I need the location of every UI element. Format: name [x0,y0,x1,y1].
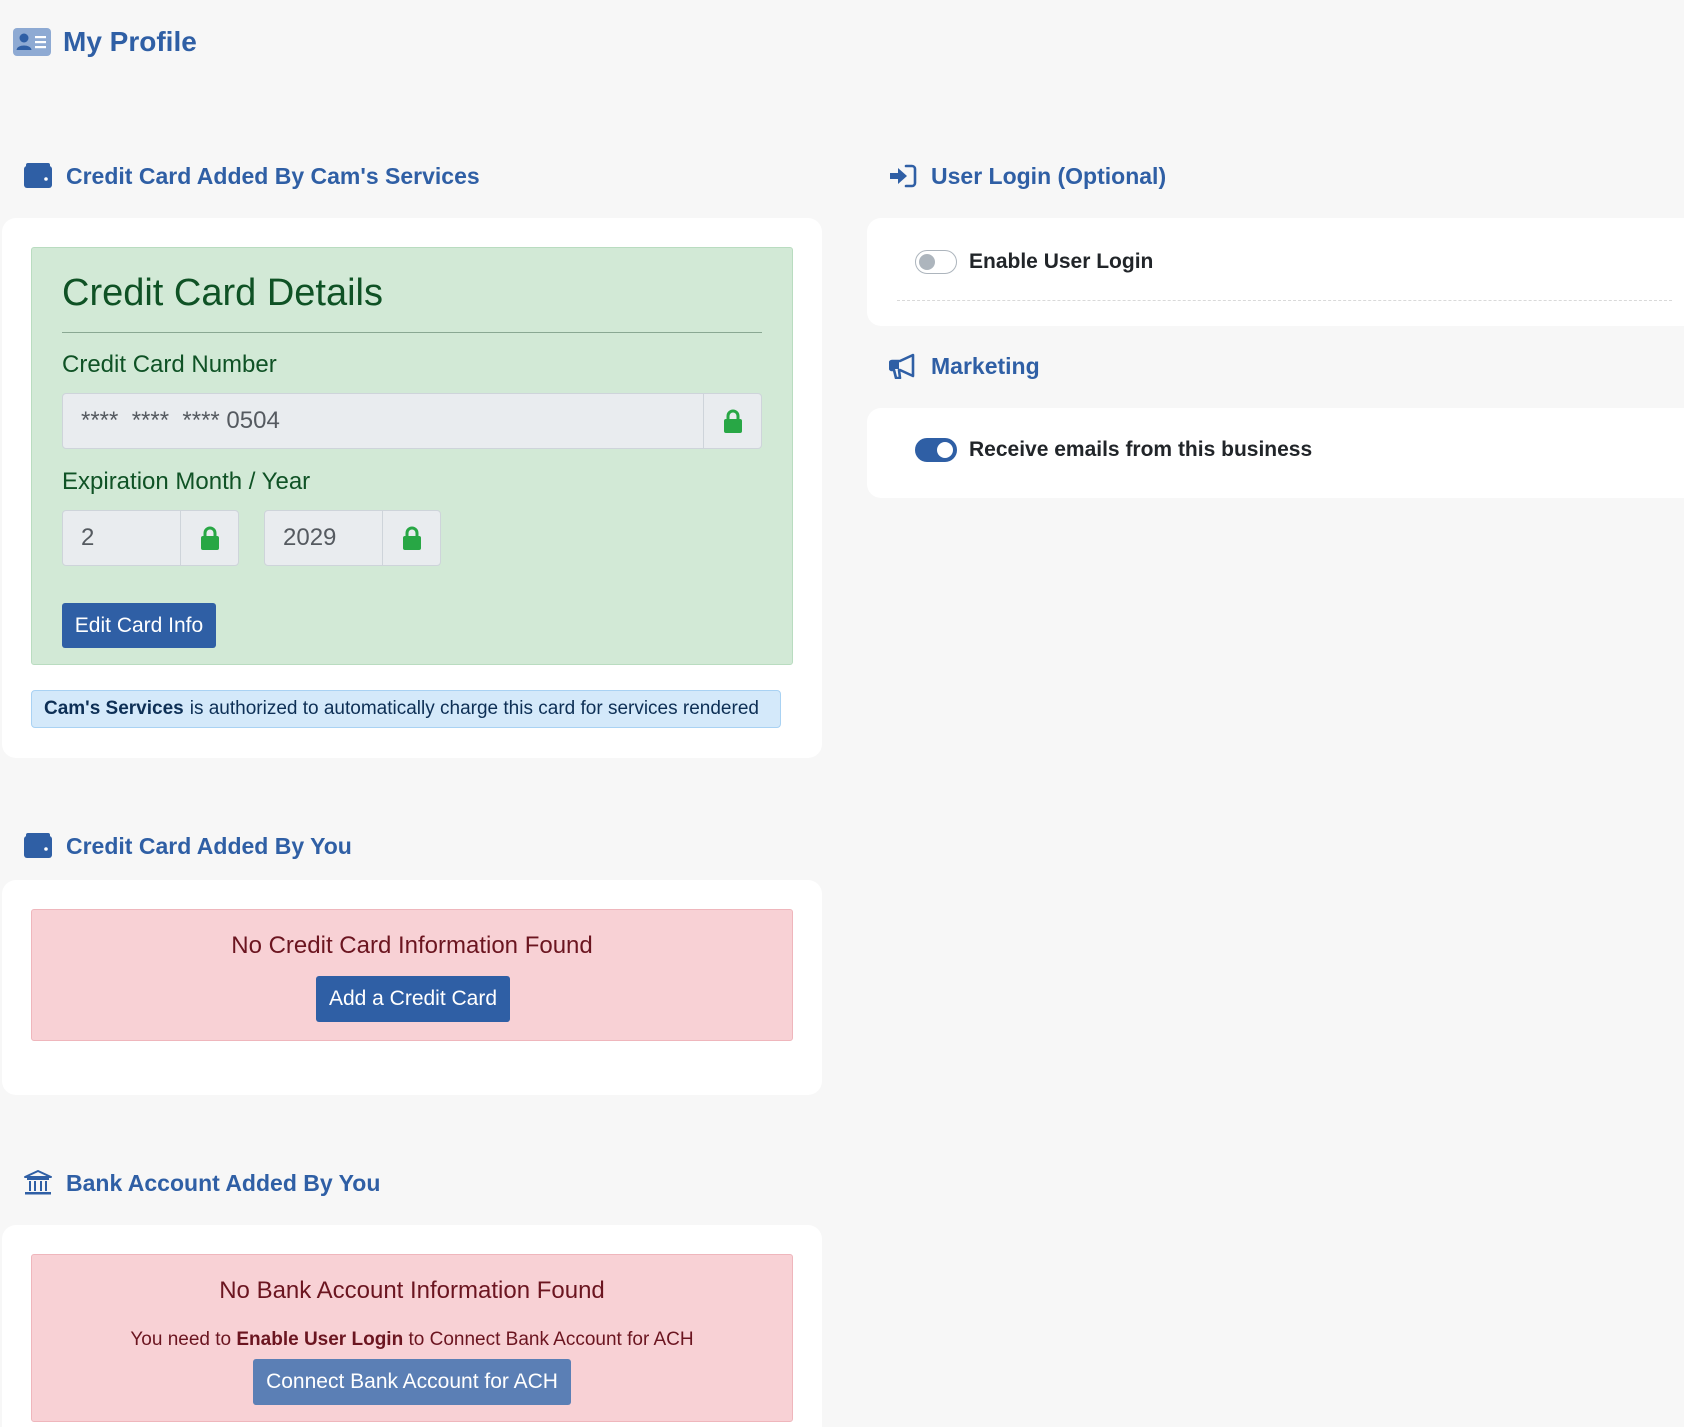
card-number-value: **** **** **** 0504 [81,407,280,434]
lock-icon [200,526,219,550]
expiration-month-lock [180,511,238,565]
add-credit-card-button[interactable]: Add a Credit Card [316,976,510,1022]
authorization-text: is authorized to automatically charge th… [189,698,759,719]
hint-prefix: You need to [130,1329,232,1350]
wallet-icon [24,833,52,858]
card-number-label: Credit Card Number [62,351,277,378]
connect-bank-account-button[interactable]: Connect Bank Account for ACH [253,1359,571,1405]
expiration-year-lock [382,511,440,565]
section-header-user-login: User Login (Optional) [889,159,1166,193]
card-number-lock [703,394,761,448]
receive-emails-row: Receive emails from this business [915,438,1312,462]
section-header-label: Credit Card Added By You [66,832,352,859]
divider [897,300,1672,301]
sign-in-icon [890,164,917,188]
enable-user-login-label: Enable User Login [969,250,1154,273]
bank-icon [24,1170,52,1195]
edit-card-info-button[interactable]: Edit Card Info [62,603,216,648]
marketing-panel: Receive emails from this business [867,408,1684,498]
section-header-business-card: Credit Card Added By Cam's Services [24,159,480,193]
no-credit-card-message: No Credit Card Information Found [231,932,593,959]
authorization-business-name: Cam's Services [44,698,184,719]
card-number-field: **** **** **** 0504 [62,393,762,449]
section-header-bank: Bank Account Added By You [24,1166,380,1200]
hint-bold: Enable User Login [236,1329,404,1350]
enable-login-hint: You need to Enable User Login to Connect… [32,1329,792,1351]
expiration-label: Expiration Month / Year [62,468,311,495]
expiration-month-field: 2 [62,510,239,566]
megaphone-icon [889,353,915,379]
enable-user-login-toggle[interactable] [915,250,957,274]
your-card-panel: No Credit Card Information Found Add a C… [2,880,822,1095]
authorization-note: Cam's Services is authorized to automati… [31,690,781,728]
section-header-label: User Login (Optional) [931,162,1167,189]
profile-card-icon [13,28,51,56]
no-bank-account-message: No Bank Account Information Found [219,1277,605,1304]
expiration-month-value: 2 [81,524,95,551]
lock-icon [402,526,421,550]
no-bank-account-alert: No Bank Account Information Found You ne… [31,1254,793,1422]
expiration-year-field: 2029 [264,510,441,566]
receive-emails-toggle[interactable] [915,438,957,462]
expiration-year-value: 2029 [283,524,337,551]
credit-card-details-title: Credit Card Details [62,272,383,314]
wallet-icon [24,163,52,188]
page-title-text: My Profile [63,26,197,57]
bank-panel: No Bank Account Information Found You ne… [2,1225,822,1427]
section-header-your-card: Credit Card Added By You [24,829,352,863]
enable-user-login-row: Enable User Login [915,250,1153,274]
no-credit-card-alert: No Credit Card Information Found Add a C… [31,909,793,1041]
page-title: My Profile [13,24,197,60]
hint-suffix: to Connect Bank Account for ACH [408,1329,694,1350]
section-header-label: Marketing [931,352,1040,379]
section-header-label: Credit Card Added By Cam's Services [66,162,480,189]
section-header-label: Bank Account Added By You [66,1169,381,1196]
credit-card-details-box: Credit Card Details Credit Card Number *… [31,247,793,665]
receive-emails-label: Receive emails from this business [969,438,1313,461]
business-card-panel: Credit Card Details Credit Card Number *… [2,218,822,758]
divider [62,332,762,333]
lock-icon [723,409,742,433]
user-login-panel: Enable User Login [867,218,1684,326]
section-header-marketing: Marketing [889,349,1040,383]
